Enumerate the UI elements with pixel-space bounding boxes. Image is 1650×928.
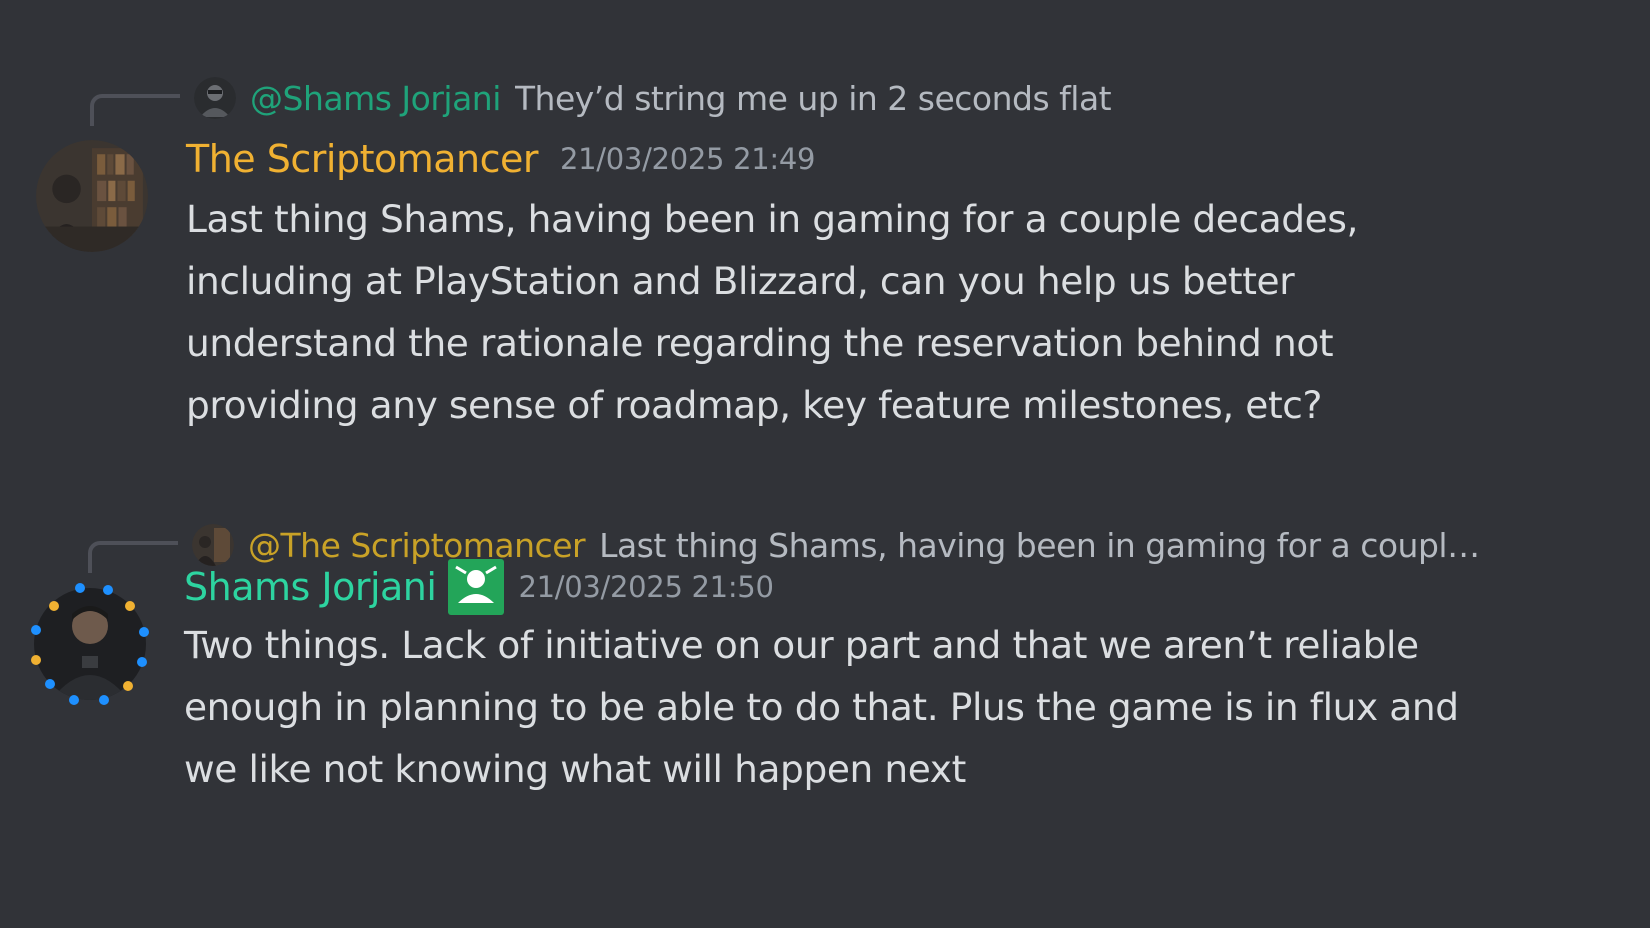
staff-badge-icon[interactable] [448, 559, 505, 615]
message-line: we like not knowing what will happen nex… [184, 747, 966, 791]
message-content: Two things. Lack of initiative on our pa… [184, 614, 1459, 800]
message-header: The Scriptomancer 21/03/2025 21:49 [186, 134, 815, 184]
shams-jorjani-avatar[interactable] [24, 578, 156, 710]
message-line: enough in planning to be able to do that… [184, 685, 1459, 729]
reply-author[interactable]: @Shams Jorjani [250, 79, 501, 118]
reply-preview[interactable]: @Shams Jorjani They’d string me up in 2 … [194, 76, 1111, 120]
timestamp[interactable]: 21/03/2025 21:49 [560, 142, 815, 176]
chat-log: @Shams Jorjani They’d string me up in 2 … [0, 0, 1650, 928]
reply-spine [90, 94, 180, 126]
message-header: Shams Jorjani 21/03/2025 21:50 [184, 556, 774, 618]
message-line: providing any sense of roadmap, key feat… [186, 383, 1322, 427]
reply-spine [88, 541, 178, 573]
scriptomancer-avatar[interactable] [36, 140, 148, 252]
timestamp[interactable]: 21/03/2025 21:50 [518, 570, 773, 604]
message-content: Last thing Shams, having been in gaming … [186, 188, 1358, 436]
reply-text[interactable]: They’d string me up in 2 seconds flat [515, 79, 1111, 118]
author-name[interactable]: Shams Jorjani [184, 565, 437, 609]
message-line: Two things. Lack of initiative on our pa… [184, 623, 1419, 667]
message-line: Last thing Shams, having been in gaming … [186, 197, 1359, 241]
shams-jorjani-small-avatar[interactable] [194, 77, 236, 119]
author-name[interactable]: The Scriptomancer [186, 137, 539, 181]
message-line: including at PlayStation and Blizzard, c… [186, 259, 1295, 303]
message-line: understand the rationale regarding the r… [186, 321, 1334, 365]
